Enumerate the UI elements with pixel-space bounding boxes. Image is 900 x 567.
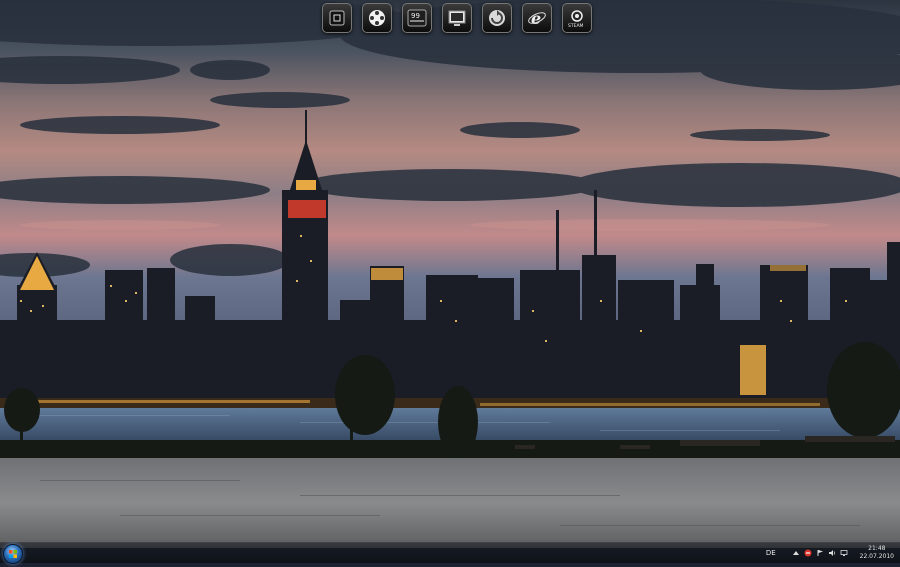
svg-text:99: 99 bbox=[411, 12, 420, 20]
ie-e-icon: e bbox=[528, 9, 546, 28]
dock-item-monitor-app[interactable] bbox=[442, 3, 472, 33]
dock-item-internet-explorer[interactable]: e bbox=[522, 3, 552, 33]
dock-item-counter-app[interactable]: 99 bbox=[402, 3, 432, 33]
svg-text:e: e bbox=[531, 9, 541, 28]
dock: 99 e STEAM bbox=[322, 3, 592, 33]
start-button[interactable] bbox=[3, 544, 23, 564]
steam-icon: STEAM bbox=[568, 10, 584, 29]
circle-dots-icon bbox=[369, 10, 385, 26]
square-app-icon bbox=[329, 10, 345, 26]
clock[interactable]: 21:48 22.07.2010 bbox=[860, 545, 894, 561]
monitor-icon bbox=[448, 10, 466, 26]
system-tray: DE 21:48 22.07.2010 bbox=[766, 543, 894, 563]
expand-tray-icon[interactable] bbox=[792, 549, 800, 557]
desktop-wallpaper bbox=[0, 0, 900, 548]
security-alert-icon[interactable] bbox=[804, 549, 812, 557]
taskbar: DE 21:48 22.07.2010 bbox=[0, 542, 900, 564]
language-indicator[interactable]: DE bbox=[766, 549, 776, 557]
counter-99-icon: 99 bbox=[407, 9, 427, 27]
dock-item-circle-app[interactable] bbox=[482, 3, 512, 33]
volume-icon[interactable] bbox=[828, 549, 836, 557]
network-icon[interactable] bbox=[840, 549, 848, 557]
dock-item-dots-app[interactable] bbox=[362, 3, 392, 33]
clock-time: 21:48 bbox=[868, 545, 886, 552]
dock-item-black-app[interactable] bbox=[322, 3, 352, 33]
svg-text:STEAM: STEAM bbox=[568, 23, 584, 29]
windows-logo-icon bbox=[9, 550, 17, 558]
dock-item-steam[interactable]: STEAM bbox=[562, 3, 592, 33]
notification-flag-icon[interactable] bbox=[816, 549, 824, 557]
clock-date: 22.07.2010 bbox=[859, 553, 894, 560]
circular-arrow-icon bbox=[489, 10, 505, 26]
